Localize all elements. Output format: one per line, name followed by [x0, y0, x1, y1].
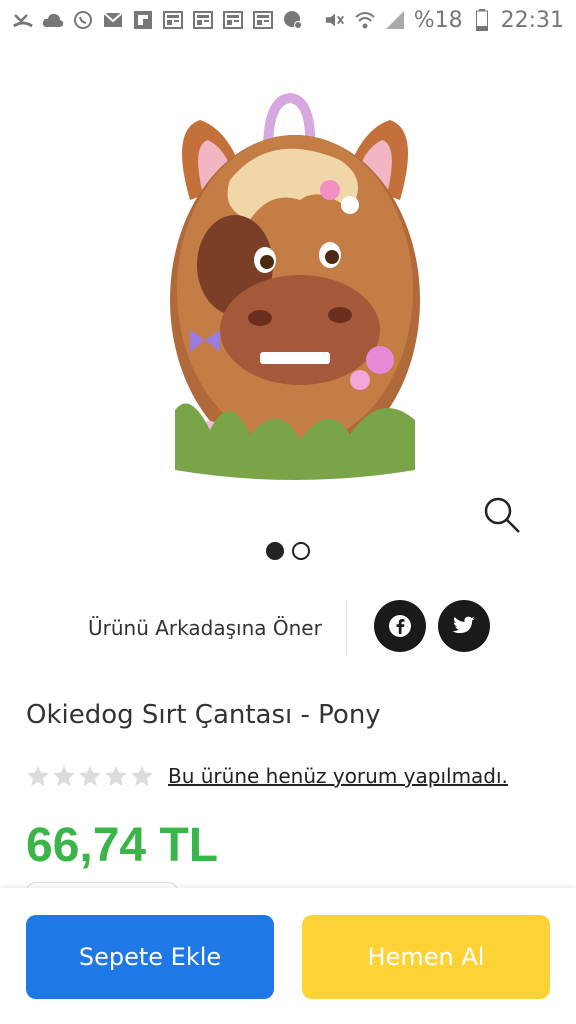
whatsapp-icon	[72, 10, 94, 30]
news-icon	[192, 10, 214, 30]
twitter-share-button[interactable]	[438, 600, 490, 652]
product-gallery[interactable]	[0, 40, 576, 540]
bottom-action-bar: Sepete Ekle Hemen Al	[0, 888, 576, 1024]
add-to-cart-button[interactable]: Sepete Ekle	[26, 915, 274, 999]
share-row: Ürünü Arkadaşına Öner	[0, 598, 576, 658]
product-image[interactable]	[150, 90, 440, 480]
news-icon	[252, 10, 274, 30]
star-icon	[27, 765, 49, 786]
missed-call-icon	[12, 10, 34, 30]
news-icon	[162, 10, 184, 30]
reviews-link[interactable]: Bu ürüne henüz yorum yapılmadı.	[168, 764, 508, 788]
product-title: Okiedog Sırt Çantası - Pony	[26, 700, 381, 730]
battery-icon	[471, 9, 493, 31]
buy-now-button[interactable]: Hemen Al	[302, 915, 550, 999]
flipboard-icon	[132, 10, 154, 30]
twitter-icon	[452, 616, 475, 634]
cloud-icon	[42, 10, 64, 30]
gallery-dot-active[interactable]	[266, 542, 284, 560]
zoom-icon[interactable]	[482, 495, 522, 535]
clock: 22:31	[500, 7, 564, 33]
facebook-icon	[389, 615, 411, 637]
star-icon	[105, 765, 127, 786]
gallery-dot[interactable]	[292, 542, 310, 560]
news-icon	[222, 10, 244, 30]
location-alert-icon	[282, 10, 304, 30]
star-icon	[53, 765, 75, 786]
status-bar: %18 22:31	[0, 0, 576, 40]
star-icon	[79, 765, 101, 786]
system-icons: %18 22:31	[324, 8, 564, 33]
gallery-pagination	[0, 542, 576, 560]
wifi-icon	[354, 10, 376, 30]
product-price: 66,74 TL	[26, 819, 219, 872]
facebook-share-button[interactable]	[374, 600, 426, 652]
share-label: Ürünü Arkadaşına Öner	[88, 616, 322, 640]
mail-icon	[102, 10, 124, 30]
star-icon	[131, 765, 153, 786]
notification-icons	[12, 10, 304, 30]
battery-percent: %18	[413, 7, 463, 33]
mute-icon	[324, 10, 346, 30]
signal-icon	[384, 10, 406, 30]
divider	[346, 600, 347, 656]
rating-row: Bu ürüne henüz yorum yapılmadı.	[26, 764, 508, 788]
rating-stars[interactable]	[26, 764, 154, 788]
